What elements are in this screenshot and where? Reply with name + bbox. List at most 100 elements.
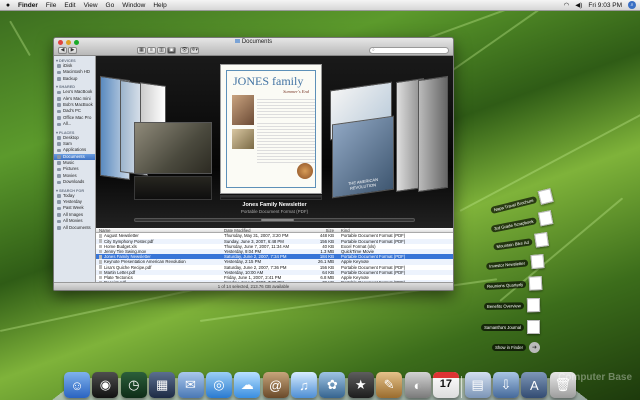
document-thumbnail-icon (528, 276, 543, 291)
menu-edit[interactable]: Edit (64, 2, 75, 9)
dock-iweb-icon[interactable]: ✎ (376, 372, 403, 398)
file-icon (99, 265, 102, 269)
sidebar-section-header[interactable]: ▾ DEVICES (54, 56, 95, 63)
action-button[interactable]: ✲▾ (190, 47, 199, 54)
coverflow-scrollbar[interactable] (134, 218, 415, 222)
dock-ichat-icon[interactable]: ☁ (234, 372, 261, 398)
folder-icon (234, 39, 240, 44)
menu-view[interactable]: View (84, 2, 98, 9)
sidebar-item-label: All... (63, 121, 72, 127)
column-header-name[interactable]: Name (96, 228, 224, 232)
window-title: Documents (241, 39, 273, 45)
document-thumbnail-icon (527, 320, 540, 334)
dock-dashboard-icon[interactable]: ◉ (92, 372, 119, 398)
office-mac-pro-icon (57, 116, 61, 120)
idisk-icon (57, 64, 61, 68)
menu-bar: ● Finder File Edit View Go Window Help ◠… (0, 0, 640, 11)
icon-view-button[interactable]: ▦ (137, 47, 146, 54)
dock-itunes-icon[interactable]: ♫ (291, 372, 317, 398)
dock: ☺ ◉ ◷ ▦ ✉ ◎ ☁ @ ♫ ✿ ★ ✎ ◐ 17 ▤ ⇩ A 🗑 (60, 362, 580, 398)
airport-icon[interactable]: ◠ (564, 1, 570, 9)
dock-finder-icon[interactable]: ☺ (64, 372, 90, 398)
sidebar-item-label: All Documents (63, 224, 91, 230)
search-input[interactable]: ⌕ (369, 47, 449, 54)
volume-icon[interactable]: ◀) (575, 1, 582, 9)
sidebar-section-header[interactable]: ▾ PLACES (54, 128, 95, 135)
coverflow-selected-document[interactable]: JONES family Summer's End (220, 64, 322, 194)
stack-item-label: 3rd Grade Scrapbook (490, 216, 537, 233)
dock-downloads-icon[interactable]: ⇩ (493, 372, 519, 398)
column-header-size[interactable]: Size (307, 228, 337, 233)
revolution-card-text: THE AMERICAN REVOLUTION (347, 176, 378, 191)
all-images-icon (57, 213, 61, 217)
document-thumbnail-icon (537, 188, 554, 205)
dock-spaces-icon[interactable]: ▦ (149, 372, 176, 398)
finder-window: Documents ◀ ▶ ▦ ≡ ▥ ▣ 👁 ✲▾ ⌕ ▾ DEVICES iD… (53, 37, 454, 291)
coverflow-card-photo-reflection (134, 176, 212, 200)
finder-sidebar: ▾ DEVICES iDisk Macintosh HD Backup ▾ SHARED… (54, 56, 96, 282)
column-view-button[interactable]: ▥ (157, 47, 166, 54)
coverflow-card[interactable] (418, 75, 448, 193)
bob-s-macbook-icon (57, 103, 61, 107)
spotlight-icon[interactable]: ⌕ (628, 1, 636, 9)
coverflow-scroll-thumb[interactable] (260, 219, 295, 221)
sidebar-section-header[interactable]: ▾ SEARCH FOR (54, 186, 95, 193)
coverflow-card-revolution[interactable]: THE AMERICAN REVOLUTION (332, 115, 394, 199)
dock-ical-icon[interactable]: 17 (432, 372, 459, 398)
dock-iphoto-icon[interactable]: ✿ (319, 372, 346, 398)
stack-item-label: Napa Travel Brochure (490, 195, 538, 214)
menu-clock[interactable]: Fri 9:03 PM (588, 2, 622, 9)
sam-icon (57, 142, 61, 146)
stack-item-samantha-s-journal[interactable]: Samantha's Journal (481, 320, 540, 334)
dock-safari-icon[interactable]: ◎ (205, 372, 232, 398)
downloads-icon (57, 180, 61, 185)
dock-address-book-icon[interactable]: @ (262, 372, 289, 398)
file-icon (99, 260, 102, 264)
menu-go[interactable]: Go (106, 2, 115, 9)
menu-window[interactable]: Window (122, 2, 145, 9)
all-icon (57, 122, 61, 127)
quick-look-button[interactable]: 👁 (180, 47, 189, 54)
dock-mail-icon[interactable]: ✉ (177, 372, 204, 398)
coverflow-selected-reflection (220, 195, 322, 200)
column-header-kind[interactable]: Kind (337, 228, 453, 232)
coverflow-view-button[interactable]: ▣ (167, 47, 176, 54)
list-view-button[interactable]: ≡ (147, 47, 156, 54)
document-thumbnail-icon (537, 210, 554, 227)
dock-imovie-icon[interactable]: ★ (347, 372, 374, 398)
stack-item-label: Show in Finder (492, 344, 526, 351)
coverflow-view[interactable]: JONES family Summer's End THE AMERICAN R… (96, 56, 453, 228)
menu-help[interactable]: Help (153, 2, 166, 9)
dock-time-machine-icon[interactable]: ◷ (120, 372, 147, 398)
menu-file[interactable]: File (46, 2, 56, 9)
sidebar-item-label: Downloads (63, 179, 85, 185)
music-icon (57, 161, 61, 166)
apple-menu-icon[interactable]: ● (4, 2, 12, 9)
file-icon (99, 239, 102, 243)
today-icon (57, 194, 61, 198)
doc-heading: Summer's End (283, 89, 309, 94)
stack-item-reunions-quarterly[interactable]: Reunions Quarterly (483, 276, 543, 293)
coverflow-card-photo[interactable] (134, 122, 212, 174)
dock-documents-icon[interactable]: ▤ (464, 372, 491, 398)
menu-finder[interactable]: Finder (18, 2, 38, 9)
sidebar-section-header[interactable]: ▾ SHARED (54, 82, 95, 89)
dock-applications-icon[interactable]: A (521, 372, 548, 398)
show-in-finder-button[interactable]: Show in Finder ➜ (492, 342, 540, 353)
column-header-date[interactable]: Date Modified (224, 228, 307, 232)
stack-item-investor-newsletter[interactable]: Investor Newsletter (486, 254, 545, 273)
file-icon (99, 249, 102, 254)
sidebar-item-all-documents[interactable]: All Documents (54, 225, 95, 231)
forward-button[interactable]: ▶ (68, 47, 77, 54)
macintosh-hd-icon (57, 70, 61, 75)
file-icon (99, 254, 102, 259)
back-button[interactable]: ◀ (58, 47, 67, 54)
stack-item-mountain-bike-ad[interactable]: Mountain Bike Ad (493, 232, 549, 253)
window-titlebar[interactable]: Documents ◀ ▶ ▦ ≡ ▥ ▣ 👁 ✲▾ ⌕ (54, 38, 453, 56)
dock-preview-icon[interactable]: ◐ (404, 372, 431, 398)
stack-item-benefits-overview[interactable]: Benefits Overview (484, 298, 541, 313)
applications-icon (57, 148, 61, 153)
sidebar-item-label: Backup (63, 75, 78, 81)
yesterday-icon (57, 200, 61, 205)
ale-s-mac-mini-icon (57, 96, 61, 101)
